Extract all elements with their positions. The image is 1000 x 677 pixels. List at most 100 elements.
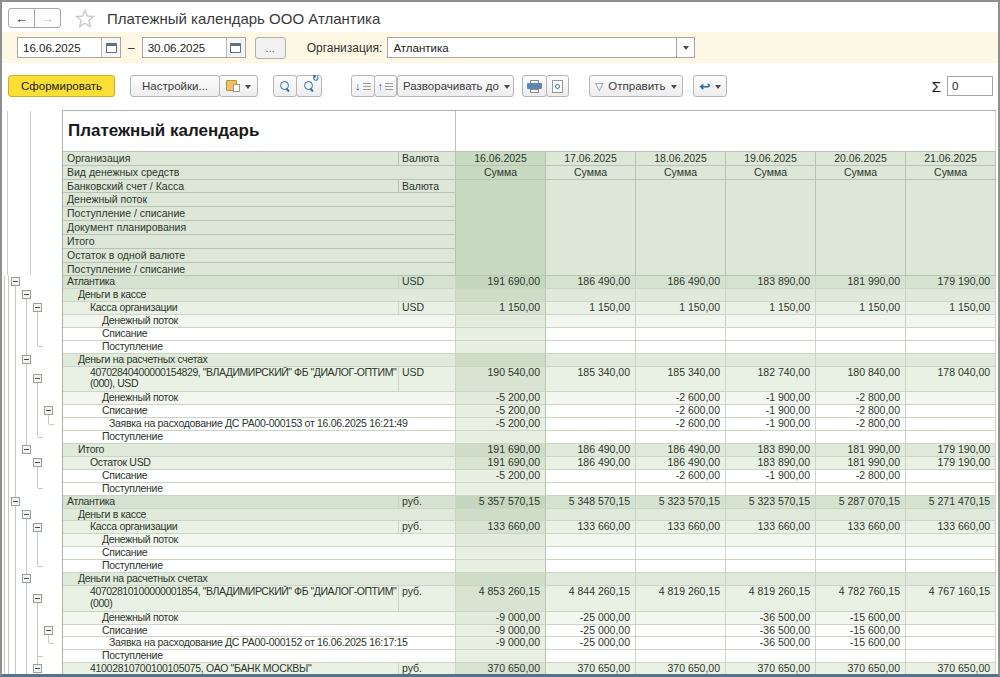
find-button[interactable] xyxy=(273,75,297,97)
tree-line xyxy=(38,488,43,489)
tree-expander[interactable] xyxy=(33,664,42,673)
table-row: Деньги в кассе xyxy=(63,509,996,522)
tree-expander[interactable] xyxy=(44,626,53,635)
tree-line xyxy=(37,673,38,675)
date-column-header[interactable]: 19.06.2025 xyxy=(726,152,816,166)
tree-expander[interactable] xyxy=(22,355,31,364)
tree-line xyxy=(15,286,16,496)
date-column-header[interactable]: 17.06.2025 xyxy=(546,152,636,166)
filter-bar: – ... Организация: xyxy=(0,32,1000,63)
header-row: ОрганизацияВалюта16.06.202517.06.202518.… xyxy=(63,152,996,166)
table-row: Деньги в кассе xyxy=(63,289,996,302)
chevron-down-icon xyxy=(245,85,251,92)
table-row: Итого191 690,00186 490,00186 490,00183 8… xyxy=(63,444,996,457)
expand-groups-button[interactable]: ↑ xyxy=(374,75,398,97)
date-column-header[interactable]: 20.06.2025 xyxy=(816,152,906,166)
print-icon xyxy=(527,80,542,93)
print-button[interactable] xyxy=(522,75,547,97)
date-from-calendar-button[interactable] xyxy=(101,38,120,57)
calendar-icon xyxy=(230,43,241,53)
tree-line xyxy=(37,312,38,346)
print-preview-button[interactable] xyxy=(546,75,569,97)
table-row: Деньги на расчетных счетах xyxy=(63,573,996,586)
send-button[interactable]: ▽ Отправить xyxy=(589,75,684,97)
tree-line xyxy=(26,299,27,355)
tree-line xyxy=(49,643,54,644)
chevron-down-icon xyxy=(504,85,510,92)
tree-expander[interactable] xyxy=(33,374,42,383)
tree-line xyxy=(37,383,38,437)
tree-expander[interactable] xyxy=(22,445,31,454)
table-row: Денежный поток-9 000,00-25 000,00-36 500… xyxy=(63,612,996,625)
organization-combo xyxy=(387,37,695,58)
collapse-arrow-icon: ↓ xyxy=(355,81,361,92)
table-row: Касса организацииUSD1 150,001 150,001 15… xyxy=(63,302,996,315)
table-row: Денежный поток xyxy=(63,315,996,328)
search-icon xyxy=(278,79,292,93)
table-row: Списание xyxy=(63,328,996,341)
tree-line xyxy=(38,346,43,347)
undo-button[interactable]: ↩ xyxy=(693,75,727,97)
print-preview-icon xyxy=(552,80,563,93)
tree-line xyxy=(37,603,38,665)
tree-expander[interactable] xyxy=(22,510,31,519)
find-next-button[interactable]: ↻ xyxy=(296,75,322,97)
more-periods-button[interactable]: ... xyxy=(255,37,286,59)
tree-expander[interactable] xyxy=(33,523,42,532)
send-icon: ▽ xyxy=(595,81,603,92)
expand-to-button[interactable]: Разворачивать до xyxy=(397,75,514,97)
calendar-icon xyxy=(106,43,117,53)
table-row: Заявка на расходование ДС РА00-000153 от… xyxy=(63,418,996,431)
table-row: Деньги на расчетных счетах xyxy=(63,354,996,367)
expand-arrow-icon: ↑ xyxy=(378,81,384,92)
tree-line xyxy=(8,276,9,676)
settings-button[interactable]: Настройки... xyxy=(130,75,220,97)
tree-line xyxy=(26,364,27,445)
report-title-row: Платежный календарь xyxy=(63,111,996,152)
table-row: Списание-9 000,00-25 000,00-36 500,00-15… xyxy=(63,625,996,638)
organization-dropdown-button[interactable] xyxy=(677,37,695,58)
date-column-header[interactable]: 18.06.2025 xyxy=(636,152,726,166)
table-row: Поступление xyxy=(63,483,996,496)
expand-to-label: Разворачивать до xyxy=(403,80,499,92)
organization-input[interactable] xyxy=(387,37,677,58)
table-row: Атлантикаруб.5 357 570,155 348 570,155 3… xyxy=(63,496,996,509)
tree-line xyxy=(30,111,31,275)
tree-expander[interactable] xyxy=(22,290,31,299)
tree-expander[interactable] xyxy=(11,277,20,286)
table-row: АтлантикаUSD191 690,00186 490,00186 490,… xyxy=(63,276,996,289)
tree-expander[interactable] xyxy=(11,497,20,506)
tree-expander[interactable] xyxy=(33,594,42,603)
report-variants-button[interactable] xyxy=(219,75,258,97)
table-row: Списание-5 200,00-2 600,00-1 900,00-2 80… xyxy=(63,470,996,483)
tree-expander[interactable] xyxy=(44,406,53,415)
date-to-calendar-button[interactable] xyxy=(226,38,245,57)
grouping-tree xyxy=(0,0,62,677)
tree-expander[interactable] xyxy=(33,458,42,467)
table-row: Поступление xyxy=(63,431,996,444)
table-row: Остаток USD191 690,00186 490,00186 490,0… xyxy=(63,457,996,470)
report-variants-icon xyxy=(226,79,241,93)
collapse-groups-button[interactable]: ↓ xyxy=(351,75,375,97)
favorite-star-icon[interactable] xyxy=(75,9,95,28)
date-column-header[interactable]: 21.06.2025 xyxy=(906,152,996,166)
tree-line xyxy=(48,635,49,643)
table-row: Поступление xyxy=(63,650,996,663)
date-column-header[interactable]: 16.06.2025 xyxy=(456,152,546,166)
title-bar: ← → Платежный календарь ООО Атлантика xyxy=(0,0,1000,32)
header-row: Вид денежных средствСуммаСуммаСуммаСумма… xyxy=(63,166,996,180)
table-row: Списание xyxy=(63,547,996,560)
report-title: Платежный календарь xyxy=(63,111,456,152)
tree-expander[interactable] xyxy=(33,303,42,312)
tree-line xyxy=(4,276,5,676)
date-to-input[interactable] xyxy=(143,38,226,57)
page-title: Платежный календарь ООО Атлантика xyxy=(107,10,380,27)
list-lines-icon xyxy=(363,83,371,90)
chevron-down-icon xyxy=(683,46,689,53)
tree-expander[interactable] xyxy=(22,574,31,583)
autosum-field[interactable] xyxy=(947,76,993,96)
list-lines-icon xyxy=(385,83,393,90)
tree-line xyxy=(26,519,27,575)
payment-calendar-grid: Платежный календарьОрганизацияВалюта16.0… xyxy=(62,110,996,676)
header-row: Банковский счет / КассаВалюта xyxy=(63,180,996,194)
